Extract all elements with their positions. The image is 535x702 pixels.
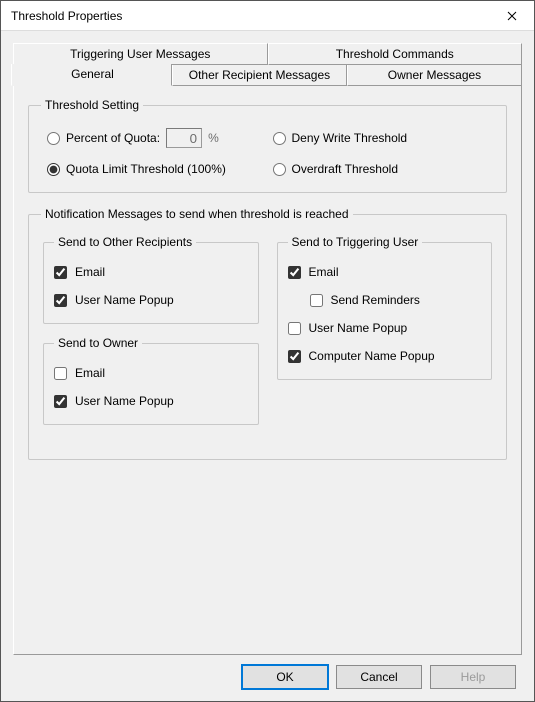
notif-right-col: Send to Triggering User Email Send Remin…: [277, 235, 493, 392]
owner-username-checkbox[interactable]: [54, 395, 67, 408]
tab-triggering-user-messages[interactable]: Triggering User Messages: [13, 43, 268, 65]
radio-overdraft-label: Overdraft Threshold: [292, 162, 399, 176]
trig-send-reminders[interactable]: Send Reminders: [310, 293, 482, 307]
radio-quota-limit[interactable]: Quota Limit Threshold (100%): [47, 162, 263, 176]
other-username-label: User Name Popup: [75, 293, 174, 307]
trig-username-popup[interactable]: User Name Popup: [288, 321, 482, 335]
trig-computername-label: Computer Name Popup: [309, 349, 435, 363]
radio-percent-of-quota-input[interactable]: [47, 132, 60, 145]
notif-left-col: Send to Other Recipients Email User Name…: [43, 235, 259, 437]
threshold-setting-legend: Threshold Setting: [41, 98, 143, 112]
owner-username-popup[interactable]: User Name Popup: [54, 394, 248, 408]
tab-strip: Triggering User Messages Threshold Comma…: [13, 43, 522, 86]
help-button[interactable]: Help: [430, 665, 516, 689]
radio-percent-label: Percent of Quota:: [66, 131, 160, 145]
owner-email-label: Email: [75, 366, 105, 380]
tab-general[interactable]: General: [11, 64, 172, 86]
other-recipients-legend: Send to Other Recipients: [54, 235, 196, 249]
trig-computername-checkbox[interactable]: [288, 350, 301, 363]
close-icon: [507, 11, 517, 21]
owner-legend: Send to Owner: [54, 336, 142, 350]
ok-button[interactable]: OK: [242, 665, 328, 689]
other-email[interactable]: Email: [54, 265, 248, 279]
threshold-setting-group: Threshold Setting Percent of Quota: % De…: [28, 98, 507, 193]
percent-of-quota-field: [166, 128, 202, 148]
trig-reminders-label: Send Reminders: [331, 293, 420, 307]
trig-email-checkbox[interactable]: [288, 266, 301, 279]
radio-quota-limit-label: Quota Limit Threshold (100%): [66, 162, 226, 176]
owner-email[interactable]: Email: [54, 366, 248, 380]
notifications-group: Notification Messages to send when thres…: [28, 207, 507, 460]
titlebar: Threshold Properties: [1, 1, 534, 31]
radio-deny-write-input[interactable]: [273, 132, 286, 145]
radio-percent-of-quota[interactable]: Percent of Quota: %: [47, 128, 263, 148]
dialog-button-row: OK Cancel Help: [13, 655, 522, 693]
trig-email-label: Email: [309, 265, 339, 279]
triggering-user-legend: Send to Triggering User: [288, 235, 423, 249]
other-recipients-group: Send to Other Recipients Email User Name…: [43, 235, 259, 324]
percent-suffix: %: [208, 131, 219, 145]
radio-deny-write-label: Deny Write Threshold: [292, 131, 408, 145]
owner-group: Send to Owner Email User Name Popup: [43, 336, 259, 425]
other-email-checkbox[interactable]: [54, 266, 67, 279]
other-username-popup[interactable]: User Name Popup: [54, 293, 248, 307]
client-area: Triggering User Messages Threshold Comma…: [1, 31, 534, 701]
tab-owner-messages[interactable]: Owner Messages: [347, 65, 522, 86]
other-email-label: Email: [75, 265, 105, 279]
radio-overdraft-input[interactable]: [273, 163, 286, 176]
trig-reminders-checkbox[interactable]: [310, 294, 323, 307]
notifications-legend: Notification Messages to send when thres…: [41, 207, 353, 221]
triggering-user-group: Send to Triggering User Email Send Remin…: [277, 235, 493, 380]
owner-username-label: User Name Popup: [75, 394, 174, 408]
owner-email-checkbox[interactable]: [54, 367, 67, 380]
trig-email[interactable]: Email: [288, 265, 482, 279]
tab-threshold-commands[interactable]: Threshold Commands: [268, 43, 523, 65]
other-username-checkbox[interactable]: [54, 294, 67, 307]
window-title: Threshold Properties: [11, 9, 122, 23]
tab-other-recipient-messages[interactable]: Other Recipient Messages: [172, 65, 347, 86]
trig-computername-popup[interactable]: Computer Name Popup: [288, 349, 482, 363]
close-button[interactable]: [490, 1, 534, 31]
trig-username-label: User Name Popup: [309, 321, 408, 335]
radio-deny-write[interactable]: Deny Write Threshold: [273, 128, 489, 148]
cancel-button[interactable]: Cancel: [336, 665, 422, 689]
tab-page-general: Threshold Setting Percent of Quota: % De…: [13, 86, 522, 655]
radio-quota-limit-input[interactable]: [47, 163, 60, 176]
trig-username-checkbox[interactable]: [288, 322, 301, 335]
radio-overdraft[interactable]: Overdraft Threshold: [273, 162, 489, 176]
